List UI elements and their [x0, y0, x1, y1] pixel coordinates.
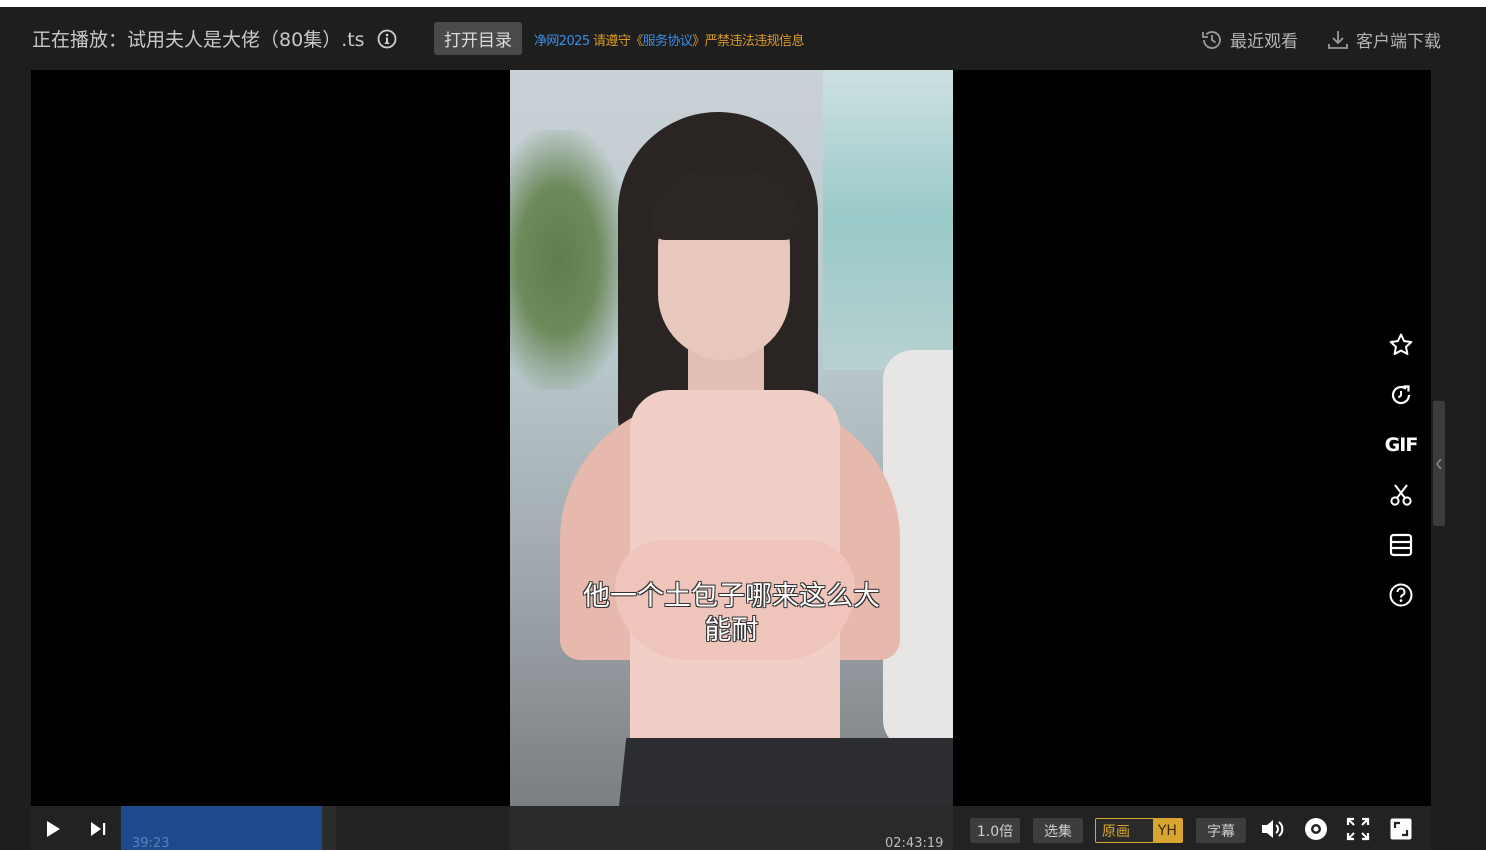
progress-bar-buffered[interactable] — [322, 806, 336, 850]
expand-icon — [1346, 817, 1370, 841]
clip-button[interactable] — [1386, 480, 1416, 510]
list-icon — [1389, 533, 1413, 557]
video-background-plant — [510, 130, 630, 390]
gif-icon: GIF — [1384, 434, 1419, 456]
favorite-button[interactable] — [1386, 330, 1416, 360]
video-actress-bangs — [650, 170, 800, 240]
chevron-left-icon — [1436, 458, 1442, 469]
settings-button[interactable] — [1303, 816, 1329, 842]
download-icon — [1328, 30, 1348, 49]
subtitle-line-2: 能耐 — [704, 615, 759, 646]
scissors-icon — [1390, 484, 1412, 506]
notice-part4: 》严禁违法违规信息 — [692, 34, 804, 49]
side-panel-toggle[interactable] — [1433, 401, 1445, 526]
video-player[interactable]: 他一个土包子哪来这么大 能耐 GIF — [31, 70, 1431, 850]
video-background-window — [823, 70, 953, 370]
now-playing-title: 正在播放： 试用夫人是大佬（80集）.ts — [32, 25, 397, 52]
now-playing-label: 正在播放： — [32, 29, 128, 51]
video-player-app: 正在播放： 试用夫人是大佬（80集）.ts 打开目录 净网2025 请遵守《服务… — [0, 7, 1486, 851]
control-bar: 39:23 02:43:19 1.0倍 选集 原画 YH 字幕 — [31, 806, 1431, 851]
total-time: 02:43:19 — [885, 836, 944, 851]
video-frame[interactable]: 他一个土包子哪来这么大 能耐 — [510, 70, 953, 806]
volume-icon — [1262, 820, 1284, 838]
quality-label: 原画 — [1096, 819, 1153, 842]
notice-part1: 净网2025 — [534, 34, 594, 49]
quality-selector[interactable]: 原画 YH — [1095, 818, 1183, 843]
history-icon — [1202, 30, 1221, 49]
refresh-icon — [1391, 385, 1411, 405]
play-button[interactable] — [43, 819, 63, 839]
current-time: 39:23 — [132, 836, 170, 851]
info-icon[interactable] — [377, 29, 397, 49]
recent-watch-label: 最近观看 — [1230, 32, 1298, 52]
open-catalog-button[interactable]: 打开目录 — [434, 22, 522, 55]
video-laptop — [617, 738, 953, 806]
notice-text: 净网2025 请遵守《服务协议》严禁违法违规信息 — [534, 30, 804, 49]
quality-tag: YH — [1152, 819, 1182, 842]
help-button[interactable] — [1386, 580, 1416, 610]
subtitle-line-1: 他一个土包子哪来这么大 — [583, 581, 880, 612]
service-agreement-link[interactable]: 服务协议 — [643, 34, 693, 49]
top-bar: 正在播放： 试用夫人是大佬（80集）.ts 打开目录 净网2025 请遵守《服务… — [0, 7, 1486, 70]
notice-part2: 请遵守《 — [593, 34, 643, 49]
recent-watch-button[interactable]: 最近观看 — [1200, 27, 1298, 52]
replay-button[interactable] — [1386, 380, 1416, 410]
play-icon — [47, 821, 60, 837]
file-title: 试用夫人是大佬（80集）.ts — [127, 29, 365, 51]
episodes-button[interactable]: 选集 — [1033, 818, 1083, 843]
fullscreen-button[interactable] — [1389, 817, 1413, 841]
speed-button[interactable]: 1.0倍 — [970, 818, 1020, 843]
video-subtitle: 他一个土包子哪来这么大 能耐 — [510, 580, 953, 648]
volume-button[interactable] — [1260, 817, 1286, 841]
playlist-button[interactable] — [1386, 530, 1416, 560]
star-icon — [1389, 333, 1413, 355]
gif-button[interactable]: GIF — [1384, 430, 1419, 460]
next-episode-button[interactable] — [88, 819, 108, 839]
client-download-label: 客户端下载 — [1356, 32, 1441, 52]
fullscreen-icon — [1390, 818, 1412, 840]
skip-next-icon — [91, 822, 106, 836]
web-fullscreen-button[interactable] — [1346, 817, 1370, 841]
help-icon — [1389, 583, 1413, 607]
client-download-button[interactable]: 客户端下载 — [1326, 27, 1441, 52]
gear-icon — [1305, 818, 1327, 840]
subtitle-button[interactable]: 字幕 — [1196, 818, 1246, 843]
side-panel-scrollbar[interactable] — [1431, 70, 1445, 850]
